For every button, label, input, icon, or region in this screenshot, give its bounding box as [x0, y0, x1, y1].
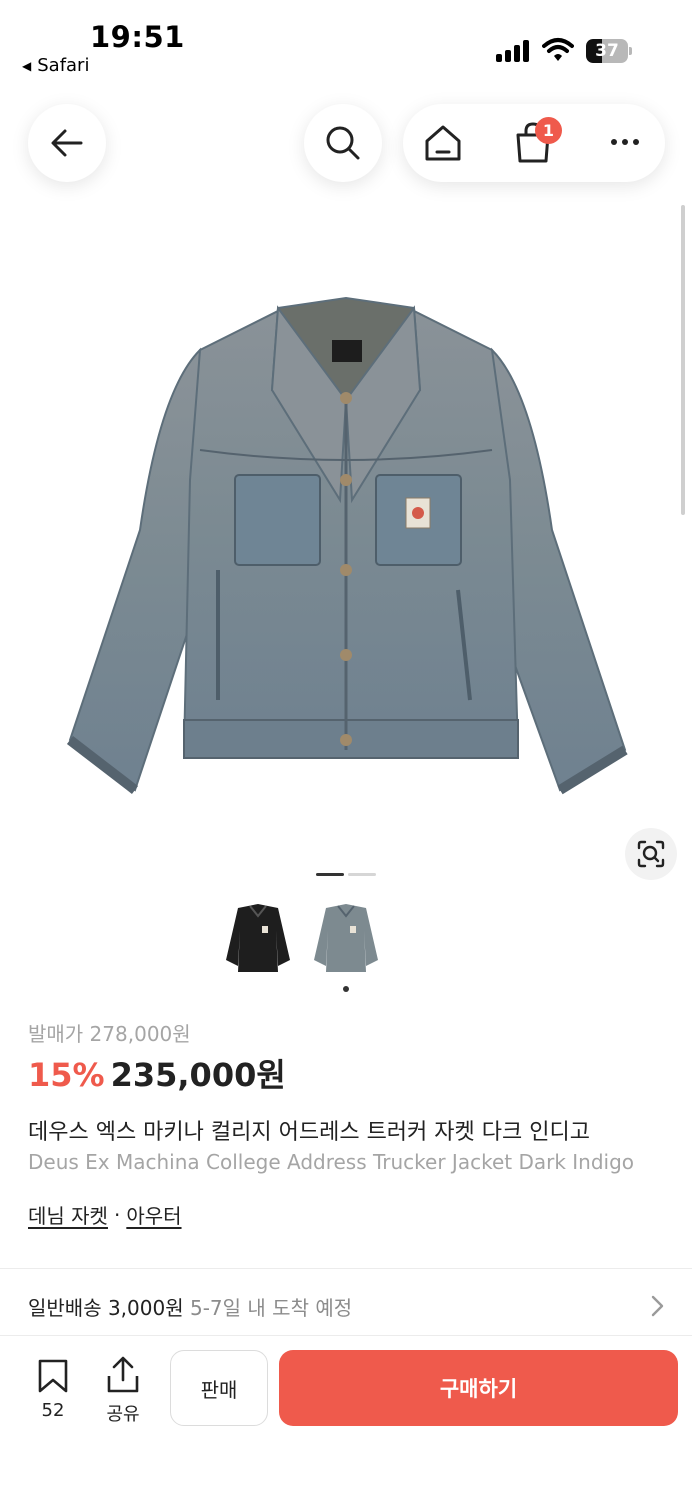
shipping-info[interactable]: 일반배송 3,000원 5-7일 내 도착 예정 [28, 1292, 352, 1321]
category-breadcrumb: 데님 자켓 · 아우터 [28, 1200, 182, 1229]
battery-icon: 37 [586, 39, 632, 63]
back-app-label: Safari [37, 55, 90, 76]
category-separator: · [113, 1202, 121, 1227]
sale-price: 235,000원 [110, 1056, 286, 1094]
product-title-ko: 데우스 엑스 마키나 컬리지 어드레스 트러커 자켓 다크 인디고 [28, 1120, 590, 1145]
cart-count-badge: 1 [535, 117, 562, 144]
buy-button[interactable]: 구매하기 [279, 1350, 678, 1426]
thumbnail-black-jacket[interactable] [220, 900, 296, 976]
back-to-safari[interactable]: ◀ Safari [22, 55, 89, 76]
share-label: 공유 [106, 1404, 140, 1425]
shipping-eta: 5-7일 내 도착 예정 [189, 1296, 353, 1320]
pager-bar [348, 873, 376, 876]
selected-thumbnail-dot [343, 986, 349, 992]
sell-button[interactable]: 판매 [170, 1350, 268, 1426]
more-icon[interactable] [608, 130, 642, 154]
search-button[interactable] [304, 104, 382, 182]
battery-percent: 37 [595, 41, 619, 61]
price-row: 15% 235,000원 [28, 1050, 286, 1096]
share-button[interactable]: 공유 [100, 1356, 146, 1426]
thumbnail-indigo-jacket[interactable] [308, 900, 384, 976]
visual-search-button[interactable] [625, 828, 677, 880]
back-button[interactable] [28, 104, 106, 182]
category-link-denim-jacket[interactable]: 데님 자켓 [28, 1200, 108, 1229]
image-pager [316, 873, 376, 876]
divider [0, 1268, 692, 1269]
product-title-en: Deus Ex Machina College Address Trucker … [28, 1150, 635, 1174]
bookmark-icon [38, 1359, 68, 1393]
chevron-right-icon[interactable] [648, 1294, 666, 1318]
category-link-outer[interactable]: 아우터 [126, 1200, 181, 1229]
back-triangle-icon: ◀ [22, 58, 32, 73]
bookmark-count: 52 [41, 1400, 65, 1421]
search-icon [326, 126, 360, 160]
status-bar: 19:51 ◀ Safari 37 [0, 0, 692, 86]
scrollbar[interactable] [681, 205, 685, 515]
wifi-icon [542, 38, 574, 61]
nav-actions: 1 [403, 104, 665, 182]
back-arrow-icon [51, 129, 83, 157]
status-time: 19:51 [90, 20, 185, 54]
bookmark-button[interactable]: 52 [30, 1358, 76, 1421]
discount-rate: 15% [28, 1056, 105, 1094]
lens-search-icon [637, 840, 665, 868]
shipping-label: 일반배송 3,000원 [28, 1296, 184, 1320]
product-image[interactable] [40, 280, 652, 820]
cellular-signal-icon [496, 40, 532, 62]
share-icon [107, 1356, 139, 1393]
pager-bar [316, 873, 344, 876]
original-price: 발매가 278,000원 [28, 1022, 191, 1046]
bottom-action-bar: 52 공유 판매 구매하기 [0, 1335, 692, 1500]
home-icon[interactable] [423, 123, 463, 163]
